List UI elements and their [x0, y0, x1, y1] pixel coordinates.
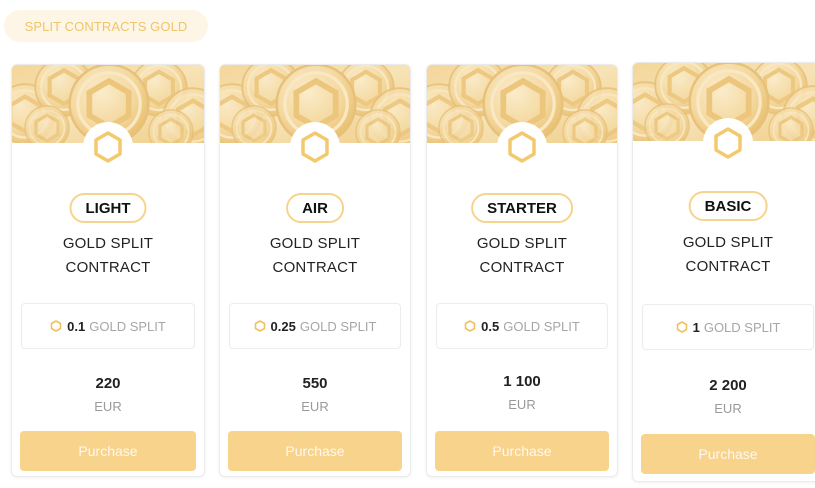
amount-value: 0.25: [270, 318, 296, 334]
amount-box: 1 GOLD SPLIT: [642, 304, 814, 350]
contract-title-line2: CONTRACT: [685, 258, 771, 275]
amount-value: 0.5: [481, 318, 500, 334]
contract-title-line2: CONTRACT: [272, 259, 358, 276]
amount-box: 0.1 GOLD SPLIT: [21, 303, 195, 349]
contract-card-air: AIR GOLD SPLIT CONTRACT 0.25 GOLD SPLIT …: [219, 64, 411, 477]
gold-hexagon-icon: [703, 118, 753, 168]
tier-badge: LIGHT: [69, 193, 147, 223]
gold-hexagon-icon: [497, 122, 547, 172]
contract-title-line1: GOLD SPLIT: [476, 235, 568, 252]
amount-value: 0.1: [67, 318, 86, 334]
purchase-button[interactable]: Purchase: [435, 431, 609, 471]
contract-card-basic: BASIC GOLD SPLIT CONTRACT 1 GOLD SPLIT 2…: [632, 62, 815, 482]
amount-unit: GOLD SPLIT: [89, 318, 166, 334]
purchase-button[interactable]: Purchase: [20, 431, 196, 471]
amount-value: 1: [692, 319, 700, 335]
hexagon-coin-icon: [254, 320, 266, 332]
contract-title-line2: CONTRACT: [65, 259, 151, 276]
gold-hexagon-icon: [290, 122, 340, 172]
hexagon-coin-icon: [50, 320, 62, 332]
amount-unit: GOLD SPLIT: [299, 318, 377, 334]
price-value: 2 200: [709, 377, 747, 394]
gold-hexagon-icon: [83, 122, 133, 172]
contract-title-line1: GOLD SPLIT: [682, 234, 774, 251]
section-title-pill: SPLIT CONTRACTS GOLD: [4, 10, 208, 42]
contract-title-line1: GOLD SPLIT: [269, 235, 361, 252]
purchase-button[interactable]: Purchase: [641, 434, 815, 474]
price-currency: EUR: [94, 399, 122, 414]
section-title: SPLIT CONTRACTS GOLD: [24, 18, 188, 34]
contract-card-starter: STARTER GOLD SPLIT CONTRACT 0.5 GOLD SPL…: [426, 64, 618, 477]
amount-unit: GOLD SPLIT: [703, 319, 781, 335]
tier-badge: STARTER: [471, 193, 573, 223]
hexagon-coin-icon: [676, 321, 688, 333]
tier-badge: AIR: [286, 193, 344, 223]
tier-badge: BASIC: [688, 191, 768, 221]
hexagon-coin-icon: [464, 320, 476, 332]
price-currency: EUR: [714, 401, 742, 416]
amount-box: 0.25 GOLD SPLIT: [229, 303, 401, 349]
price-currency: EUR: [508, 397, 536, 412]
amount-box: 0.5 GOLD SPLIT: [436, 303, 608, 349]
price-currency: EUR: [301, 399, 329, 414]
amount-unit: GOLD SPLIT: [503, 318, 580, 334]
price-value: 220: [95, 375, 121, 392]
price-value: 550: [302, 375, 328, 392]
purchase-button[interactable]: Purchase: [228, 431, 402, 471]
contract-title-line1: GOLD SPLIT: [62, 235, 154, 252]
contract-title-line2: CONTRACT: [479, 259, 565, 276]
contract-card-light: LIGHT GOLD SPLIT CONTRACT 0.1 GOLD SPLIT…: [11, 64, 205, 477]
price-value: 1 100: [503, 373, 541, 390]
